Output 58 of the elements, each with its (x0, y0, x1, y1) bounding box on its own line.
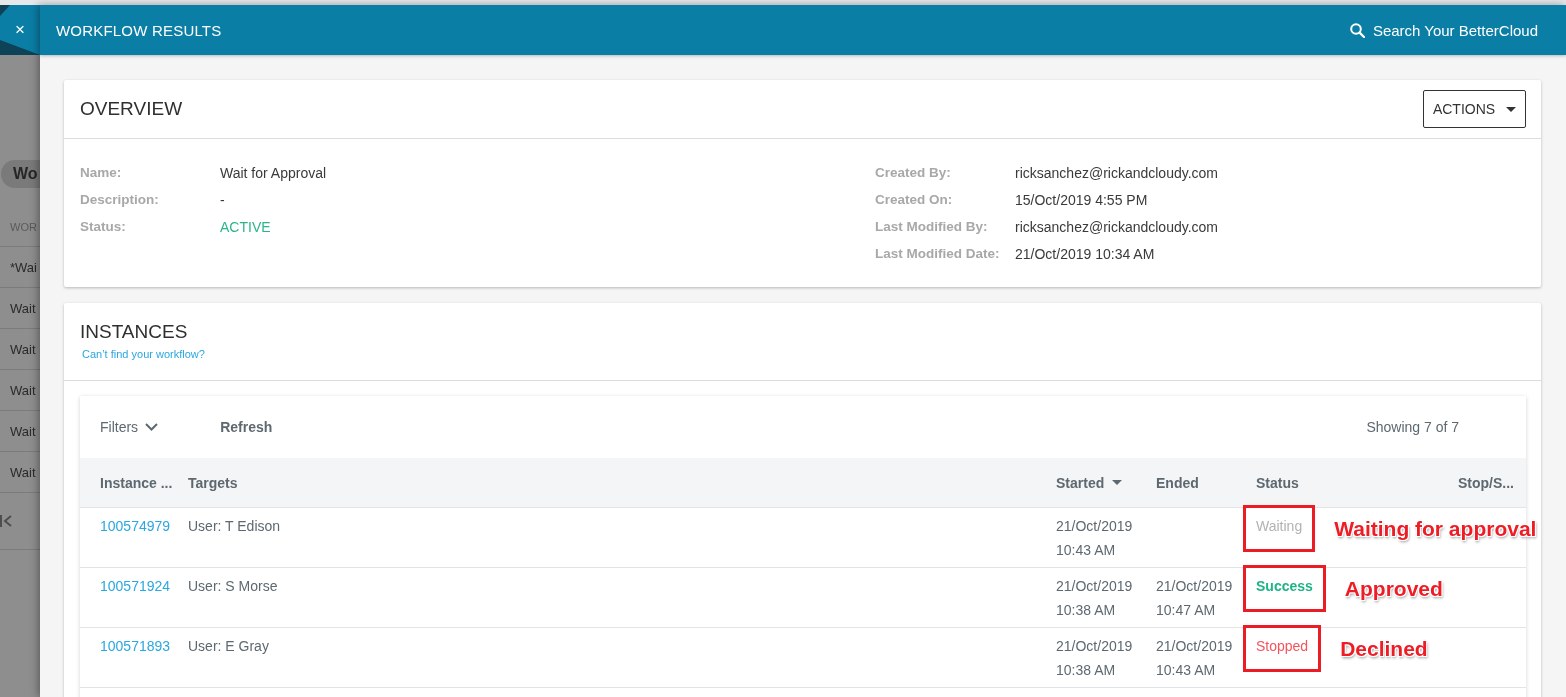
instance-link[interactable]: 100574979 (100, 514, 171, 538)
filters-button[interactable]: Filters (100, 419, 159, 435)
refresh-button[interactable]: Refresh (220, 419, 273, 435)
table-cell-text: 21/Oct/2019 10:38 AM (1056, 577, 1134, 620)
caret-icon (1506, 106, 1517, 112)
field-label: Last Modified Date: (875, 246, 1001, 261)
table-cell-text: 21/Oct/2019 10:43 AM (1056, 517, 1134, 560)
search-icon (1349, 22, 1365, 38)
table-cell-text: 21/Oct/2019 10:43 AM (1156, 637, 1234, 680)
annotation-text: Declined (1340, 637, 1428, 661)
annotation-text: Waiting for approval (1334, 517, 1537, 541)
result-count: Showing 7 of 7 (1366, 419, 1459, 435)
column-header[interactable]: Status (1256, 474, 1299, 491)
list-item: Wait (10, 300, 36, 316)
list-item: *Wai (10, 259, 37, 275)
panel-title: WORKFLOW RESULTS (56, 21, 222, 39)
status-label: Stopped (1256, 637, 1309, 656)
field-value: - (220, 191, 226, 208)
instance-link[interactable]: 100571924 (100, 574, 171, 598)
actions-button[interactable]: ACTIONS (1423, 90, 1526, 128)
chevron-down-icon (145, 423, 159, 431)
field-label: Status: (80, 219, 127, 234)
field-value: 15/Oct/2019 4:55 PM (1015, 191, 1149, 208)
section-title: INSTANCES (80, 321, 188, 343)
section-title: OVERVIEW (80, 98, 183, 120)
table-cell-text: 21/Oct/2019 10:38 AM (1056, 637, 1134, 680)
table-cell-text: User: T Edison (188, 517, 282, 536)
annotation-text: Approved (1344, 577, 1443, 601)
status-label: Waiting (1256, 517, 1303, 536)
column-header[interactable]: Targets (188, 474, 238, 491)
help-link[interactable]: Can’t find your workflow? (82, 347, 205, 361)
field-label: Created On: (875, 192, 954, 207)
list-item: Wait (10, 341, 36, 357)
field-value: Wait for Approval (220, 164, 328, 181)
table-cell-text: 21/Oct/2019 10:47 AM (1156, 577, 1234, 620)
table-cell-text: User: E Gray (188, 637, 270, 656)
list-item: Wait (10, 382, 36, 398)
field-label: Description: (80, 192, 160, 207)
instance-link[interactable]: 100571893 (100, 634, 171, 658)
close-button[interactable]: × (0, 5, 40, 55)
field-label: Name: (80, 165, 123, 180)
field-value: ricksanchez@rickandcloudy.com (1015, 164, 1220, 181)
bar-chevron-icon (0, 515, 12, 527)
table-cell-text: User: S Morse (188, 577, 279, 596)
column-header[interactable]: Instance ... (100, 474, 173, 491)
search-button[interactable]: Search Your BetterCloud (1349, 21, 1538, 39)
list-item: Wait (10, 464, 36, 480)
field-value: ricksanchez@rickandcloudy.com (1015, 218, 1220, 235)
column-header[interactable]: Stop/S... (1458, 474, 1514, 491)
field-value: 21/Oct/2019 10:34 AM (1015, 245, 1156, 262)
column-header[interactable]: Started (1056, 474, 1123, 491)
page-chip: Wo (1, 160, 40, 188)
field-value: ACTIVE (220, 218, 272, 235)
column-header[interactable]: Ended (1156, 474, 1199, 491)
list-item: Wait (10, 423, 36, 439)
field-label: Last Modified By: (875, 219, 989, 234)
field-label: Created By: (875, 165, 952, 180)
status-label: Success (1256, 577, 1313, 596)
